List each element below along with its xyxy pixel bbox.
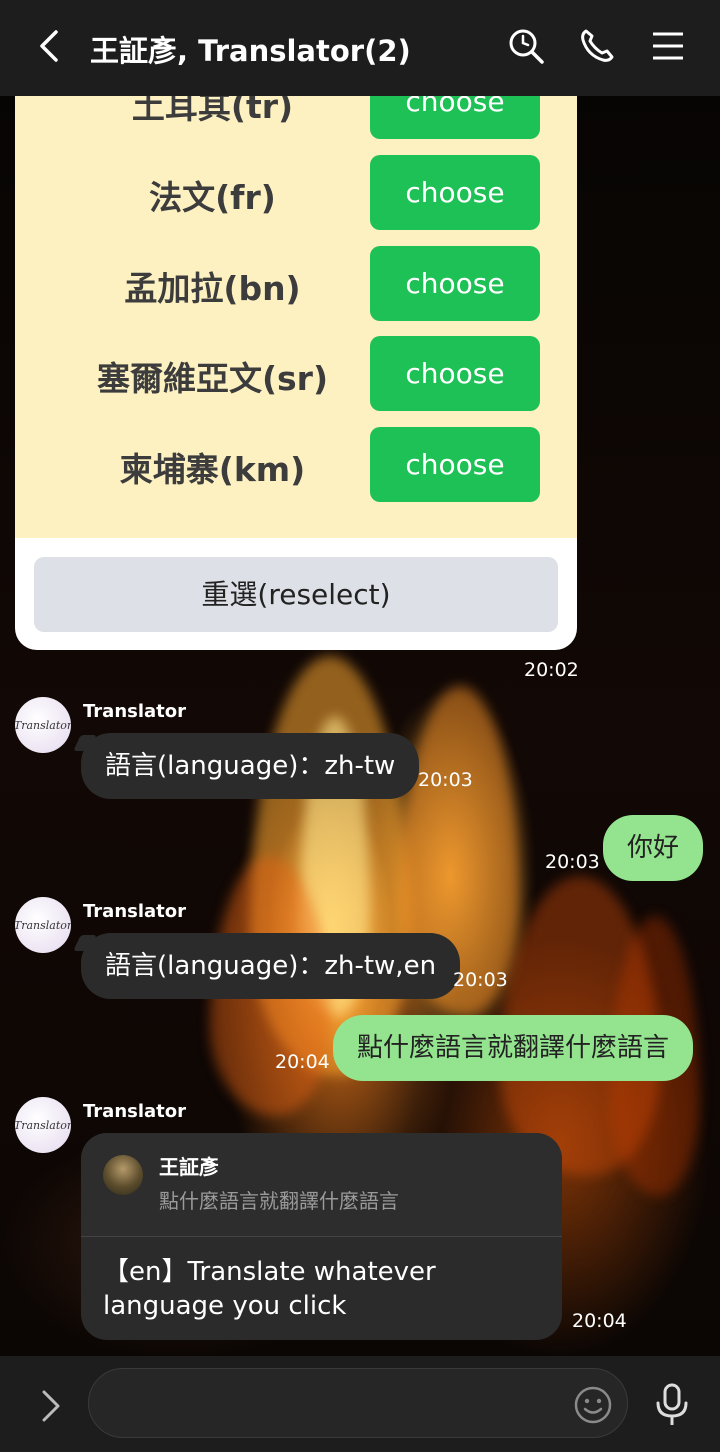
reselect-button[interactable]: 重選(reselect) (34, 557, 558, 632)
message-time: 20:02 (524, 659, 579, 681)
translated-text: 【en】Translate whatever language you clic… (103, 1257, 436, 1321)
language-row-km: 柬埔寨(km) choose (15, 427, 577, 503)
reply-message-bubble[interactable]: 王証彥 點什麼語言就翻譯什麼語言 【en】Translate whatever … (81, 1133, 562, 1340)
message-input-bar (0, 1356, 720, 1452)
language-row-sr: 塞爾維亞文(sr) choose (15, 336, 577, 412)
avatar (103, 1155, 143, 1195)
choose-button-bn[interactable]: choose (370, 246, 540, 321)
microphone-icon[interactable] (652, 1382, 692, 1428)
chevron-right-icon[interactable] (34, 1386, 68, 1426)
message-bubble-outgoing[interactable]: 點什麼語言就翻譯什麼語言 (333, 1015, 694, 1081)
choose-button-km[interactable]: choose (370, 427, 540, 502)
translator-avatar[interactable]: Translator (15, 897, 71, 953)
language-row-bn: 孟加拉(bn) choose (15, 246, 577, 322)
message-time: 20:03 (545, 851, 600, 873)
message-bubble-incoming[interactable]: 語言(language)：zh-tw (81, 733, 420, 799)
sender-name: Translator (83, 901, 187, 922)
emoji-icon[interactable] (573, 1385, 613, 1425)
language-list: 土耳其(tr) choose 法文(fr) choose 孟加拉(bn) cho… (15, 80, 577, 538)
sender-name: Translator (83, 1101, 187, 1122)
choose-button-fr[interactable]: choose (370, 155, 540, 230)
translator-avatar[interactable]: Translator (15, 697, 71, 753)
message-time: 20:03 (418, 769, 473, 791)
search-icon[interactable] (506, 26, 546, 66)
language-label: 塞爾維亞文(sr) (96, 359, 329, 398)
language-row-fr: 法文(fr) choose (15, 155, 577, 231)
choose-button-sr[interactable]: choose (370, 336, 540, 411)
language-label: 柬埔寨(km) (119, 450, 306, 489)
message-input[interactable] (88, 1368, 628, 1438)
phone-icon[interactable] (577, 26, 617, 66)
quoted-message[interactable]: 王証彥 點什麼語言就翻譯什麼語言 (81, 1133, 562, 1237)
language-select-card: 土耳其(tr) choose 法文(fr) choose 孟加拉(bn) cho… (15, 80, 577, 650)
language-label: 法文(fr) (149, 178, 276, 217)
quoted-sender-name: 王証彥 (159, 1155, 219, 1179)
chat-title: 王証彥, Translator(2) (90, 34, 411, 68)
back-button[interactable] (30, 26, 70, 66)
language-label: 孟加拉(bn) (124, 269, 301, 308)
chat-header: 王証彥, Translator(2) (0, 0, 720, 96)
sender-name: Translator (83, 701, 187, 722)
translator-avatar[interactable]: Translator (15, 1097, 71, 1153)
message-time: 20:03 (453, 969, 508, 991)
message-time: 20:04 (275, 1051, 330, 1073)
message-bubble-outgoing[interactable]: 你好 (603, 815, 704, 881)
message-bubble-incoming[interactable]: 語言(language)：zh-tw,en (81, 933, 461, 999)
menu-icon[interactable] (648, 26, 688, 66)
quoted-text: 點什麼語言就翻譯什麼語言 (159, 1189, 399, 1213)
message-time: 20:04 (572, 1310, 627, 1332)
